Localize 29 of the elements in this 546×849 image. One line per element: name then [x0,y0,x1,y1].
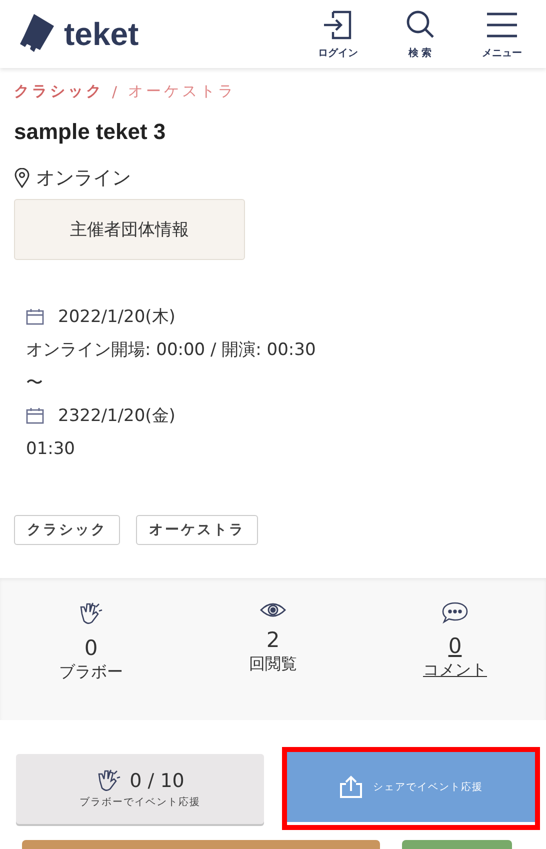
bravo-button[interactable]: 0 / 10 ブラボーでイベント応援 [16,754,264,824]
map-pin-icon [14,168,30,188]
event-title: sample teket 3 [14,119,167,145]
breadcrumb-link[interactable]: クラシック [14,82,104,101]
calendar-icon [26,407,44,424]
stat-value: 0 [84,636,98,660]
header-button[interactable]: メニュー [470,8,534,60]
eye-icon [260,602,286,618]
schedule-text: 2022/1/20(木) [58,306,176,328]
logo-text[interactable]: teket [64,16,139,52]
calendar-icon [26,308,44,325]
organizer-info-button[interactable]: 主催者団体情報 [14,199,245,260]
header-button[interactable]: 検 索 [388,8,452,60]
header-button[interactable]: ログイン [306,8,370,60]
location-text: オンライン [36,166,131,191]
schedule-text: 2322/1/20(金) [58,405,176,427]
stat-label: ブラボー [59,662,123,683]
schedule-text: 01:30 [26,438,75,458]
tag-link[interactable]: オーケストラ [136,515,258,545]
tag-link[interactable]: クラシック [14,515,120,545]
stat-label: 回閲覧 [249,654,297,675]
speech-bubble-icon [442,602,468,624]
schedule-text: オンライン開場: 00:00 / 開演: 00:30 [26,339,316,361]
stat-link[interactable]: コメント [423,660,487,681]
stat-link[interactable]: 0 [448,634,462,658]
share-icon [339,775,363,799]
schedule-text: 〜 [26,372,43,394]
breadcrumb-separator: / [112,82,120,100]
stat-value: 2 [266,628,280,652]
